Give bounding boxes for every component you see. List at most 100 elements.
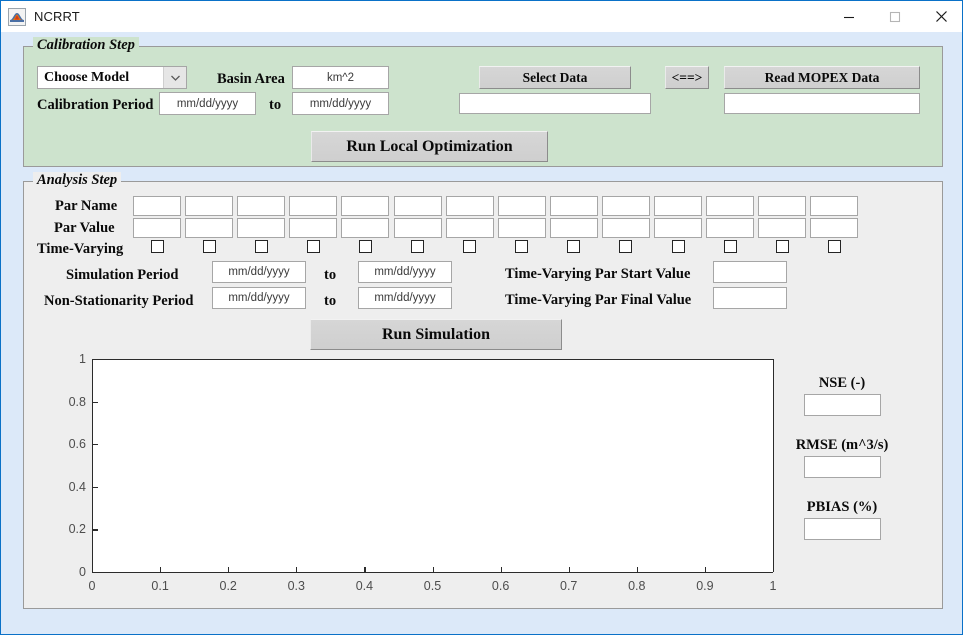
par-value-input[interactable] — [185, 218, 234, 238]
par-value-input[interactable] — [237, 218, 286, 238]
results-plot[interactable] — [92, 359, 773, 572]
metric-value-input[interactable] — [804, 456, 881, 478]
par-name-input[interactable] — [549, 196, 598, 216]
par-name-input[interactable] — [237, 196, 286, 216]
par-value-input[interactable] — [654, 218, 702, 238]
mopex-path-input[interactable] — [724, 93, 920, 114]
select-data-path-input[interactable] — [459, 93, 651, 114]
close-icon — [935, 11, 947, 22]
time-varying-checkbox[interactable] — [358, 240, 372, 253]
maximize-button[interactable] — [872, 1, 918, 32]
nonstationarity-to-label: to — [324, 293, 337, 309]
time-varying-label: Time-Varying — [37, 241, 124, 257]
par-value-input[interactable] — [341, 218, 390, 238]
par-name-input[interactable] — [601, 196, 650, 216]
y-tick-label: 0.6 — [68, 436, 86, 451]
metric-label: RMSE (m^3/s) — [795, 437, 889, 453]
par-value-input[interactable] — [601, 218, 650, 238]
x-axis-line — [92, 572, 773, 574]
par-name-input[interactable] — [654, 196, 702, 216]
par-name-input[interactable] — [393, 196, 442, 216]
time-varying-checkbox[interactable] — [723, 240, 737, 253]
time-varying-checkbox[interactable] — [150, 240, 164, 253]
calibration-start-input[interactable]: mm/dd/yyyy — [159, 92, 256, 115]
time-varying-checkbox[interactable] — [827, 240, 841, 253]
par-value-input[interactable] — [810, 218, 859, 238]
basin-area-input[interactable]: km^2 — [292, 66, 389, 89]
par-name-label: Par Name — [55, 198, 118, 214]
nonstationarity-end-input[interactable]: mm/dd/yyyy — [358, 287, 452, 309]
y-tick-label: 0.2 — [68, 522, 86, 537]
x-tick-label: 0 — [88, 579, 96, 593]
time-varying-checkbox[interactable] — [567, 240, 581, 253]
time-varying-checkbox[interactable] — [515, 240, 529, 253]
par-name-input[interactable] — [133, 196, 181, 216]
plot-top-edge — [92, 359, 773, 360]
time-varying-final-input[interactable] — [713, 287, 787, 309]
metric-value-input[interactable] — [804, 518, 881, 540]
x-tick-label: 0.2 — [219, 579, 237, 593]
par-name-input[interactable] — [758, 196, 807, 216]
calibration-step-panel: Calibration Step Choose Model Basin Area… — [23, 37, 943, 167]
title-bar: NCRRT — [1, 1, 962, 32]
par-name-input[interactable] — [445, 196, 494, 216]
par-name-input[interactable] — [810, 196, 859, 216]
x-tick-label: 0.4 — [355, 579, 374, 593]
simulation-to-label: to — [324, 267, 337, 283]
metric-label: NSE (-) — [818, 375, 866, 391]
par-name-input[interactable] — [497, 196, 546, 216]
choose-model-value: Choose Model — [44, 69, 130, 85]
calibration-end-input[interactable]: mm/dd/yyyy — [292, 92, 389, 115]
par-value-input[interactable] — [497, 218, 546, 238]
time-varying-checkbox[interactable] — [463, 240, 477, 253]
close-button[interactable] — [918, 1, 962, 32]
par-name-input[interactable] — [185, 196, 234, 216]
matlab-membrane-icon — [8, 7, 26, 26]
par-value-input[interactable] — [289, 218, 338, 238]
run-local-optimization-button[interactable]: Run Local Optimization — [311, 131, 548, 162]
x-tick — [773, 567, 775, 572]
run-simulation-button[interactable]: Run Simulation — [310, 319, 562, 350]
x-tick — [160, 567, 162, 572]
time-varying-start-input[interactable] — [713, 261, 787, 283]
x-tick-label: 0.9 — [696, 579, 714, 593]
chevron-down-icon — [163, 67, 186, 88]
select-data-button[interactable]: Select Data — [479, 66, 631, 89]
metric-value-input[interactable] — [804, 394, 881, 416]
par-name-input[interactable] — [341, 196, 390, 216]
par-name-input[interactable] — [289, 196, 338, 216]
x-tick — [228, 567, 230, 572]
par-value-input[interactable] — [758, 218, 807, 238]
simulation-period-label: Simulation Period — [66, 267, 179, 283]
y-tick — [93, 572, 98, 574]
calibration-panel-title: Calibration Step — [33, 37, 139, 54]
time-varying-checkbox[interactable] — [254, 240, 268, 253]
x-tick — [432, 567, 434, 572]
x-tick — [704, 567, 707, 572]
par-name-input[interactable] — [706, 196, 755, 216]
y-tick-label: 1 — [79, 351, 86, 366]
time-varying-checkbox[interactable] — [619, 240, 633, 253]
x-tick — [568, 567, 570, 572]
par-value-input[interactable] — [706, 218, 755, 238]
read-mopex-data-button[interactable]: Read MOPEX Data — [724, 66, 920, 89]
time-varying-checkbox[interactable] — [671, 240, 685, 253]
time-varying-start-label: Time-Varying Par Start Value — [505, 266, 691, 282]
time-varying-checkbox[interactable] — [775, 240, 789, 253]
minimize-button[interactable] — [826, 1, 872, 32]
choose-model-select[interactable]: Choose Model — [37, 66, 187, 89]
time-varying-checkbox[interactable] — [202, 240, 216, 253]
time-varying-checkbox[interactable] — [411, 240, 424, 253]
par-value-label: Par Value — [54, 220, 115, 236]
par-value-input[interactable] — [549, 218, 598, 238]
simulation-start-input[interactable]: mm/dd/yyyy — [212, 261, 306, 283]
par-value-input[interactable] — [393, 218, 442, 238]
window-title: NCRRT — [34, 9, 80, 24]
swap-data-button[interactable]: <==> — [665, 66, 709, 89]
par-value-input[interactable] — [445, 218, 494, 238]
nonstationarity-start-input[interactable]: mm/dd/yyyy — [212, 287, 306, 309]
simulation-end-input[interactable]: mm/dd/yyyy — [358, 261, 452, 283]
x-tick-label: 0.1 — [151, 579, 169, 593]
time-varying-checkbox[interactable] — [306, 240, 320, 253]
par-value-input[interactable] — [133, 218, 181, 238]
